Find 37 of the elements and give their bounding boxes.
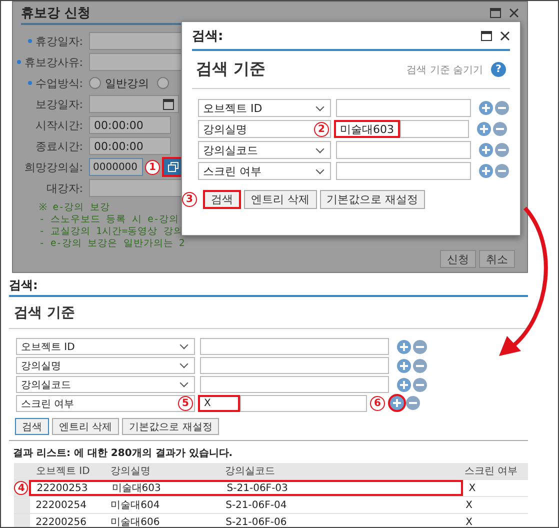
dialog-title: 검색: bbox=[192, 28, 224, 44]
field-label: 보강일자: bbox=[35, 96, 83, 112]
window-title: 휴보강 신청 bbox=[21, 4, 92, 22]
field-label: 대강자: bbox=[46, 180, 83, 196]
step-number: 1 bbox=[145, 160, 160, 174]
field-label: 휴보강사유: bbox=[24, 54, 83, 70]
radio-label: 일반강의 bbox=[105, 76, 149, 90]
table-cell-text: S-21-06F-03 bbox=[226, 482, 289, 494]
field-label: 종료시간: bbox=[35, 138, 83, 154]
table-cell-text: X bbox=[468, 482, 477, 494]
table-cell-text: 미술대604 bbox=[110, 499, 161, 512]
table-cell-text: X bbox=[464, 500, 474, 510]
section-heading: 검색 기준 bbox=[196, 59, 267, 80]
column-header: 스크린 여부 bbox=[463, 465, 518, 478]
panel-title: 검색: bbox=[9, 275, 528, 297]
table-cell-text: 22200256 bbox=[34, 516, 88, 527]
result-summary: 결과 리스트: 에 대한 280개의 결과가 있습니다. bbox=[13, 447, 234, 460]
table-cell-text: 미술대606 bbox=[110, 516, 161, 527]
note-line: - e-강의 보강은 일반가의는 2 bbox=[39, 238, 186, 250]
table-cell-text: S-21-06F-04 bbox=[224, 500, 288, 510]
column-header: 오브젝트 ID bbox=[34, 465, 91, 478]
table-cell-text: 22200254 bbox=[34, 500, 88, 510]
table-cell-text: 미술대603 bbox=[110, 482, 162, 495]
step-number: 3 bbox=[182, 192, 197, 207]
step-number: 6 bbox=[370, 396, 385, 411]
field-label: 희망강의실: bbox=[24, 160, 83, 174]
field-label: 휴강일자: bbox=[35, 34, 83, 48]
table-cell-text: X bbox=[464, 516, 474, 527]
field-label: 수업방식: bbox=[35, 76, 83, 90]
column-header: 강의실코드 bbox=[224, 465, 276, 478]
table-cell-text: S-21-06F-06 bbox=[224, 516, 288, 527]
column-header: 강의실명 bbox=[110, 465, 152, 478]
note-line: ※ e-강의 보강 bbox=[39, 202, 111, 214]
table-cell-text: 22200253 bbox=[36, 482, 89, 494]
field-label: 시작시간: bbox=[35, 118, 83, 132]
section-heading: 검색 기준 bbox=[9, 297, 528, 329]
note-line: - 스노우보드 등록 시 e-강의 bbox=[39, 214, 180, 226]
